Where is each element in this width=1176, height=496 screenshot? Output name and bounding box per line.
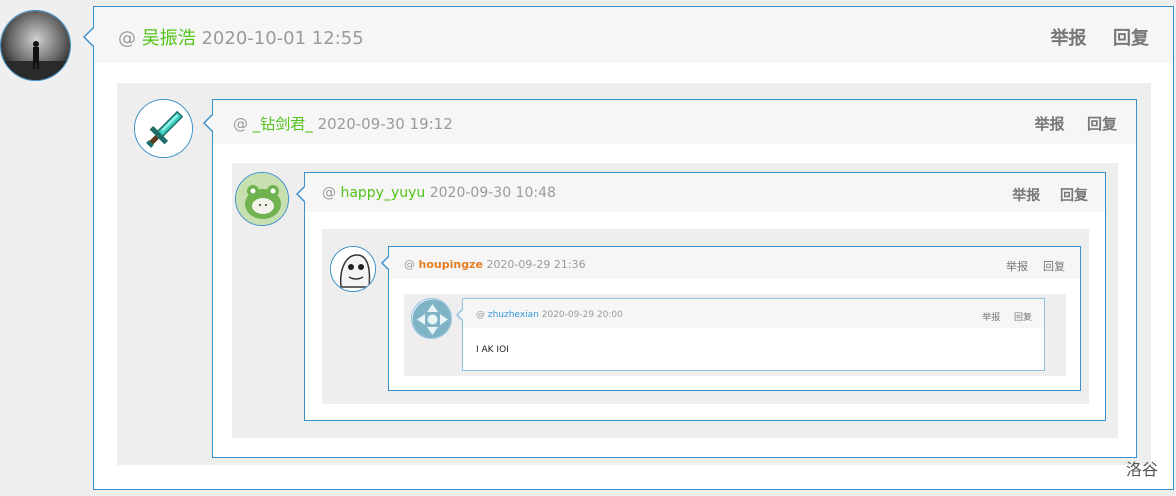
report-button[interactable]: 举报 — [1050, 28, 1086, 49]
comment-content: I AK IOI — [476, 345, 509, 355]
comment-meta: @ _钻剑君_ 2020-09-30 19:12 — [233, 113, 453, 134]
comment-actions: 举报 回复 — [982, 310, 1032, 323]
at-symbol: @ — [322, 185, 336, 201]
comment-meta: @ houpingze 2020-09-29 21:36 — [404, 258, 586, 271]
comment-time: 2020-09-30 19:12 — [317, 115, 453, 133]
comment-level-5: @ zhuzhexian 2020-09-29 20:00 举报 回复 I AK… — [462, 298, 1045, 371]
comment-meta: @ zhuzhexian 2020-09-29 20:00 — [476, 310, 623, 320]
cartoon-avatar-image — [331, 247, 375, 291]
username-link[interactable]: houpingze — [419, 258, 483, 271]
comment-time: 2020-09-30 10:48 — [429, 185, 556, 201]
at-symbol: @ — [404, 258, 415, 271]
comment-header-level-2: @ _钻剑君_ 2020-09-30 19:12 举报 回复 — [213, 100, 1136, 144]
reply-button[interactable]: 回复 — [1060, 188, 1088, 204]
brand-watermark: 洛谷 — [1125, 460, 1158, 479]
comment-meta: @ 吴振浩 2020-10-01 12:55 — [118, 24, 364, 50]
frog-avatar-image — [236, 173, 288, 225]
comment-header-level-3: @ happy_yuyu 2020-09-30 10:48 举报 回复 — [305, 173, 1105, 212]
pointer-triangle-fill — [298, 187, 305, 201]
comment-header-level-1: @ 吴振浩 2020-10-01 12:55 举报 回复 — [94, 7, 1173, 63]
diamond-sword-icon — [135, 100, 192, 157]
avatar-level-4[interactable] — [330, 246, 376, 292]
pointer-triangle-fill — [458, 310, 463, 320]
avatar-level-1[interactable] — [0, 10, 71, 81]
report-button[interactable]: 举报 — [1012, 188, 1040, 204]
username-link[interactable]: zhuzhexian — [488, 310, 539, 320]
at-symbol: @ — [476, 310, 485, 320]
comment-actions: 举报 回复 — [1050, 24, 1149, 50]
comment-actions: 举报 回复 — [1006, 258, 1065, 274]
report-button[interactable]: 举报 — [1035, 115, 1065, 133]
username-link[interactable]: 吴振浩 — [142, 28, 196, 49]
comment-meta: @ happy_yuyu 2020-09-30 10:48 — [322, 185, 556, 201]
reply-button[interactable]: 回复 — [1113, 28, 1149, 49]
at-symbol: @ — [118, 28, 136, 49]
comment-header-level-4: @ houpingze 2020-09-29 21:36 举报 回复 — [389, 247, 1080, 279]
avatar-level-2[interactable] — [134, 99, 193, 158]
comment-time: 2020-09-29 21:36 — [486, 258, 586, 271]
username-link[interactable]: happy_yuyu — [340, 185, 425, 201]
report-button[interactable]: 举报 — [1006, 260, 1028, 273]
comment-time: 2020-09-29 20:00 — [541, 310, 623, 320]
reply-button[interactable]: 回复 — [1043, 260, 1065, 273]
reply-button[interactable]: 回复 — [1087, 115, 1117, 133]
comment-actions: 举报 回复 — [1012, 185, 1088, 205]
reply-button[interactable]: 回复 — [1014, 313, 1032, 323]
pointer-triangle-fill — [383, 257, 389, 269]
pointer-triangle-fill — [85, 28, 94, 46]
comment-actions: 举报 回复 — [1035, 113, 1118, 134]
comment-header-level-5: @ zhuzhexian 2020-09-29 20:00 举报 回复 — [463, 299, 1044, 328]
comment-time: 2020-10-01 12:55 — [201, 28, 364, 49]
report-button[interactable]: 举报 — [982, 313, 1000, 323]
username-link[interactable]: _钻剑君_ — [253, 115, 313, 133]
avatar-level-5[interactable] — [411, 298, 452, 339]
silhouette-avatar-image — [1, 11, 70, 80]
at-symbol: @ — [233, 115, 248, 133]
pointer-triangle-fill — [205, 115, 213, 131]
avatar-level-3[interactable] — [235, 172, 289, 226]
